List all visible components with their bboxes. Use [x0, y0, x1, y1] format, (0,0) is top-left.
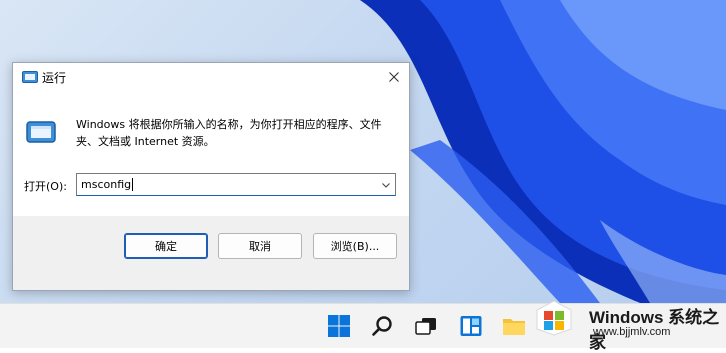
watermark: Windows 系统之家 www.bjjmlv.com [529, 294, 726, 352]
open-input[interactable]: msconfig [81, 178, 134, 191]
browse-button[interactable]: 浏览(B)... [313, 233, 397, 259]
file-explorer-icon[interactable] [502, 314, 526, 338]
open-label: 打开(O): [24, 180, 67, 193]
dialog-description: Windows 将根据你所输入的名称，为你打开相应的程序、文件夹、文档或 Int… [76, 118, 382, 148]
dialog-title: 运行 [42, 71, 67, 85]
windows-logo-icon [536, 300, 572, 336]
cancel-button[interactable]: 取消 [218, 233, 302, 259]
run-icon [22, 71, 38, 83]
title-bar[interactable]: 运行 [13, 63, 409, 91]
widgets-icon[interactable] [459, 314, 483, 338]
close-button[interactable] [379, 63, 409, 91]
search-icon[interactable] [371, 314, 395, 338]
dialog-footer: 确定 取消 浏览(B)... [13, 216, 409, 290]
task-view-icon[interactable] [414, 314, 438, 338]
watermark-url: www.bjjmlv.com [593, 326, 671, 338]
open-combobox[interactable]: msconfig [76, 173, 396, 196]
chevron-down-icon[interactable] [381, 180, 391, 190]
run-dialog: 运行 Windows 将根据你所输入的名称，为你打开相应的程序、文件夹、文档或 … [12, 62, 410, 291]
run-icon [26, 121, 56, 143]
close-icon [389, 72, 399, 82]
ok-button[interactable]: 确定 [124, 233, 208, 259]
start-icon[interactable] [327, 314, 351, 338]
